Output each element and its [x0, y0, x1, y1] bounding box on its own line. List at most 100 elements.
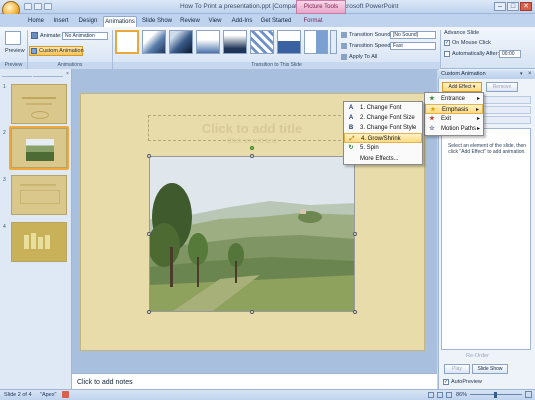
transition-fade-black-thumb[interactable] [169, 30, 193, 54]
tab-home[interactable]: Home [27, 16, 45, 27]
rotate-handle[interactable] [250, 146, 254, 150]
font-size-icon: A [348, 115, 354, 121]
outline-tab[interactable] [33, 71, 63, 77]
group-preview-label: Preview [0, 62, 27, 69]
transition-dissolve-thumb[interactable] [250, 30, 274, 54]
slides-tab[interactable] [2, 71, 32, 77]
menu-item-change-font[interactable]: A 1. Change Font [344, 103, 422, 113]
add-effect-button[interactable]: Add Effect ▾ [442, 82, 482, 92]
menu-item-exit[interactable]: ★ Exit ▸ [425, 114, 483, 124]
selected-picture[interactable] [149, 156, 355, 312]
resize-handle[interactable] [250, 154, 254, 158]
spelling-check-icon[interactable] [62, 391, 69, 398]
thumb-bar [38, 237, 43, 249]
speed-icon [341, 43, 347, 49]
apply-all-icon [341, 54, 347, 60]
star-icon: ★ [429, 116, 435, 122]
slide-number: 3 [3, 177, 6, 183]
submenu-arrow-icon: ▸ [476, 116, 480, 122]
bold-icon: B [348, 125, 354, 131]
slide-thumb-3[interactable] [11, 175, 67, 215]
normal-view-icon[interactable] [428, 392, 434, 398]
menu-item-change-font-size[interactable]: A 2. Change Font Size [344, 113, 422, 123]
transition-speed-dropdown[interactable]: Fast [390, 42, 436, 50]
maximize-button[interactable]: □ [507, 2, 519, 11]
autopreview-label: AutoPreview [451, 379, 482, 385]
gallery-scroll[interactable] [330, 30, 337, 54]
close-pane-icon[interactable]: × [66, 71, 71, 77]
tab-format[interactable]: Format [300, 16, 326, 27]
transition-push-thumb[interactable] [304, 30, 328, 54]
advance-slide-label: Advance Slide [444, 30, 480, 36]
notes-pane[interactable]: Click to add notes [72, 373, 437, 390]
fit-window-icon[interactable] [525, 391, 532, 398]
theme-name: "Apex" [40, 392, 57, 398]
animation-hint: Select an element of the slide, then cli… [447, 143, 527, 155]
resize-handle[interactable] [147, 232, 151, 236]
slideshow-view-icon[interactable] [446, 392, 452, 398]
slide-thumb-2[interactable] [11, 128, 67, 168]
zoom-slider-thumb[interactable] [494, 392, 497, 398]
automatically-after-input[interactable]: 00:00 [499, 50, 521, 58]
pane-close-icon[interactable]: × [528, 71, 534, 78]
autopreview-checkbox[interactable]: ✓ [443, 379, 449, 385]
preview-button[interactable]: Preview [5, 48, 25, 54]
motion-path-icon: ☆ [429, 126, 435, 132]
thumb-title-line [20, 184, 56, 186]
menu-item-emphasis[interactable]: ★ Emphasis ▸ [425, 104, 483, 114]
transition-none-thumb[interactable] [115, 30, 139, 54]
submenu-arrow-icon: ▸ [476, 96, 480, 102]
automatically-after-checkbox[interactable] [444, 51, 450, 57]
sorter-view-icon[interactable] [437, 392, 443, 398]
tab-add-ins[interactable]: Add-Ins [229, 16, 255, 27]
thumb-bar [31, 233, 36, 249]
transition-sound-dropdown[interactable]: [No Sound] [390, 31, 436, 39]
transition-fade-thumb[interactable] [142, 30, 166, 54]
save-icon[interactable] [24, 3, 32, 10]
apply-to-all-button[interactable]: Apply To All [349, 54, 377, 60]
transition-cut-thumb[interactable] [196, 30, 220, 54]
transition-cut-black-thumb[interactable] [223, 30, 247, 54]
close-button[interactable]: ✕ [520, 2, 532, 11]
menu-item-more-effects[interactable]: More Effects... [344, 154, 422, 164]
redo-icon[interactable] [44, 3, 52, 10]
preview-icon [5, 31, 21, 45]
tab-review[interactable]: Review [178, 16, 202, 27]
menu-item-spin[interactable]: ↻ 5. Spin [344, 143, 422, 153]
resize-handle[interactable] [353, 232, 357, 236]
slide-counter: Slide 2 of 4 [4, 392, 32, 398]
tab-view[interactable]: View [206, 16, 224, 27]
automatically-after-label: Automatically After: [452, 51, 500, 57]
play-button[interactable]: Play [444, 364, 470, 374]
slide-show-button[interactable]: Slide Show [472, 364, 508, 374]
resize-handle[interactable] [147, 154, 151, 158]
animation-list[interactable] [441, 128, 531, 350]
resize-handle[interactable] [353, 310, 357, 314]
spin-icon: ↻ [348, 145, 354, 151]
menu-item-change-font-style[interactable]: B 3. Change Font Style [344, 123, 422, 133]
remove-button[interactable]: Remove [486, 82, 518, 92]
tab-slide-show[interactable]: Slide Show [141, 16, 173, 27]
star-icon: ★ [429, 96, 435, 102]
resize-handle[interactable] [147, 310, 151, 314]
animate-dropdown[interactable]: No Animation [62, 32, 108, 40]
resize-handle[interactable] [250, 310, 254, 314]
tab-insert[interactable]: Insert [50, 16, 72, 27]
menu-item-entrance[interactable]: ★ Entrance ▸ [425, 94, 483, 104]
minimize-button[interactable]: – [494, 2, 506, 11]
star-icon: ★ [430, 107, 436, 113]
menu-item-grow-shrink[interactable]: ⤢ 4. Grow/Shrink [344, 133, 422, 143]
animate-label: Animate: [40, 33, 62, 39]
transition-wipe-thumb[interactable] [277, 30, 301, 54]
grow-shrink-icon: ⤢ [349, 136, 355, 142]
tab-get-started[interactable]: Get Started [260, 16, 292, 27]
slide-thumb-1[interactable] [11, 84, 67, 124]
menu-item-motion-paths[interactable]: ☆ Motion Paths ▸ [425, 124, 483, 134]
submenu-arrow-icon: ▸ [476, 126, 480, 132]
slide-thumb-4[interactable] [11, 222, 67, 262]
pane-options-icon[interactable]: ▾ [520, 71, 526, 78]
tab-animations[interactable]: Animations [103, 16, 137, 27]
tab-design[interactable]: Design [77, 16, 99, 27]
on-mouse-click-checkbox[interactable]: ✓ [444, 40, 450, 46]
undo-icon[interactable] [34, 3, 42, 10]
